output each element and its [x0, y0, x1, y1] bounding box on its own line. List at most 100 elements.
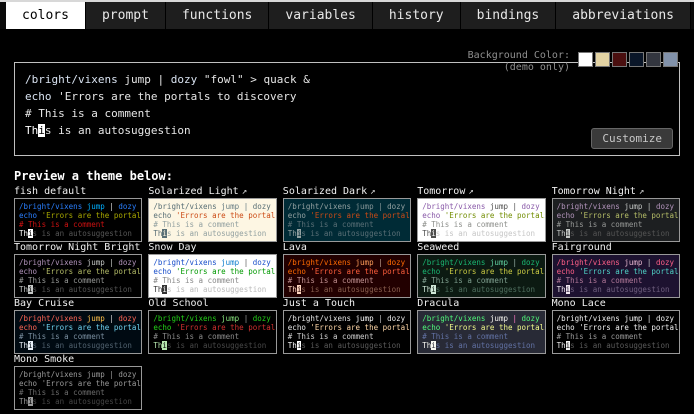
syntax-autosuggestion: s is an autosuggestion [570, 341, 669, 350]
terminal-line: /bright/vixens jump | dozy " [19, 258, 137, 267]
theme-card-lava[interactable]: Lava/bright/vixens jump | dozy "echo 'Er… [283, 242, 411, 298]
syntax-comment: # This is a comment [557, 220, 643, 229]
syntax-command: /bright/vixens [288, 258, 351, 267]
syntax-pipe: | [508, 258, 522, 267]
syntax-command: dozy [118, 258, 136, 267]
background-color-swatch[interactable] [578, 52, 593, 67]
background-color-swatch[interactable] [646, 52, 661, 67]
tab-history[interactable]: history [373, 2, 461, 29]
theme-card-solarized-light[interactable]: Solarized Light↗ /bright/vixens jump | do… [148, 186, 276, 242]
terminal-line: This is an autosuggestion [422, 285, 540, 294]
syntax-quote: " [540, 202, 546, 211]
syntax-command: /bright/vixens [19, 314, 82, 323]
syntax-command: echo [153, 211, 171, 220]
tab-bindings[interactable]: bindings [461, 2, 557, 29]
external-link-icon[interactable]: ↗ [468, 187, 473, 197]
syntax-command: /bright/vixens [19, 202, 82, 211]
terminal-line: /bright/vixens jump | dozy " [288, 314, 406, 323]
theme-name: Solarized Dark [283, 186, 367, 197]
terminal-line: echo 'Errors are the portals [19, 379, 137, 388]
syntax-quote: " [540, 258, 546, 267]
syntax-quote: 'Errors are the portals [37, 379, 142, 388]
syntax-quote: 'Errors are the portals [306, 323, 411, 332]
theme-name: Fairground [552, 242, 612, 253]
syntax-autosuggestion: s is an autosuggestion [33, 341, 132, 350]
syntax-command: dozy [387, 258, 405, 267]
syntax-quote: 'Errors are the portals [440, 267, 545, 276]
terminal-line: This is an autosuggestion [557, 229, 675, 238]
theme-card-bay-cruise[interactable]: Bay Cruise/bright/vixens jump | dozy "ec… [14, 298, 142, 354]
terminal-line: # This is a comment [557, 332, 675, 341]
syntax-comment: # This is a comment [25, 107, 151, 120]
syntax-param: jump [351, 202, 374, 211]
theme-card-mono-smoke[interactable]: Mono Smoke/bright/vixens jump | dozy "ec… [14, 354, 142, 410]
theme-name: fish default [14, 186, 86, 197]
terminal-line: This is an autosuggestion [153, 341, 271, 350]
tab-variables[interactable]: variables [269, 2, 372, 29]
terminal-line: echo 'Errors are the portals [288, 323, 406, 332]
syntax-autosuggestion: s is an autosuggestion [33, 285, 132, 294]
syntax-comment: # This is a comment [288, 276, 374, 285]
theme-card-old-school[interactable]: Old School/bright/vixens jump | dozy "ec… [148, 298, 276, 354]
theme-title: Solarized Light↗ [148, 186, 276, 198]
theme-card-mono-lace[interactable]: Mono Lace/bright/vixens jump | dozy "ech… [552, 298, 680, 354]
terminal-line: /bright/vixens jump | dozy " [19, 370, 137, 379]
terminal-line: echo 'Errors are the portals [422, 211, 540, 220]
syntax-param: jump [485, 202, 508, 211]
syntax-pipe: > [244, 73, 264, 86]
syntax-autosuggestion: s is an autosuggestion [167, 341, 266, 350]
theme-card-seaweed[interactable]: Seaweed/bright/vixens jump | dozy "echo … [417, 242, 545, 298]
syntax-comment: # This is a comment [288, 332, 374, 341]
terminal-line: echo 'Errors are the portals [557, 267, 675, 276]
theme-title: Fairground [552, 242, 680, 254]
background-color-swatch[interactable] [612, 52, 627, 67]
theme-card-just-a-touch[interactable]: Just a Touch/bright/vixens jump | dozy "… [283, 298, 411, 354]
background-color-label: Background Color: [468, 50, 570, 62]
syntax-fg: Th [557, 229, 566, 238]
external-link-icon[interactable]: ↗ [639, 187, 644, 197]
syntax-quote: 'Errors are the portals [171, 267, 276, 276]
terminal-line: /bright/vixens jump | dozy " [422, 258, 540, 267]
syntax-param: jump [217, 202, 240, 211]
terminal-line: This is an autosuggestion [19, 397, 137, 406]
syntax-pipe: | [105, 314, 119, 323]
external-link-icon[interactable]: ↗ [370, 187, 375, 197]
syntax-fg: Th [19, 341, 28, 350]
syntax-param: jump [620, 314, 643, 323]
syntax-quote: 'Errors are the portals [306, 267, 411, 276]
syntax-autosuggestion: s is an autosuggestion [301, 341, 400, 350]
customize-button[interactable]: Customize [591, 128, 673, 149]
syntax-comment: # This is a comment [153, 332, 239, 341]
terminal-line: # This is a comment [19, 276, 137, 285]
theme-card-snow-day[interactable]: Snow Day/bright/vixens jump | dozy "echo… [148, 242, 276, 298]
theme-card-tomorrow-night-bright[interactable]: Tomorrow Night Bright↗/bright/vixens jum… [14, 242, 142, 298]
terminal-line: echo 'Errors are the portals [557, 323, 675, 332]
syntax-command: /bright/vixens [19, 258, 82, 267]
tab-prompt[interactable]: prompt [86, 2, 166, 29]
background-color-swatch[interactable] [595, 52, 610, 67]
theme-card-tomorrow[interactable]: Tomorrow↗/bright/vixens jump | dozy "ech… [417, 186, 545, 242]
theme-card-solarized-dark[interactable]: Solarized Dark↗/bright/vixens jump | doz… [283, 186, 411, 242]
theme-card-tomorrow-night[interactable]: Tomorrow Night↗/bright/vixens jump | doz… [552, 186, 680, 242]
tab-colors[interactable]: colors [6, 2, 86, 29]
terminal-line: This is an autosuggestion [153, 285, 271, 294]
external-link-icon[interactable]: ↗ [242, 187, 247, 197]
tab-abbreviations[interactable]: abbreviations [556, 2, 691, 29]
theme-card-dracula[interactable]: Dracula/bright/vixens jump | dozy "echo … [417, 298, 545, 354]
theme-card-fairground[interactable]: Fairground/bright/vixens jump | dozy "ec… [552, 242, 680, 298]
background-color-swatch[interactable] [663, 52, 678, 67]
syntax-quote: " [136, 258, 142, 267]
syntax-autosuggestion: s is an autosuggestion [570, 229, 669, 238]
syntax-quote: " [674, 202, 680, 211]
terminal-line: echo 'Errors are the portals [557, 211, 675, 220]
syntax-command: dozy [522, 202, 540, 211]
terminal-line: This is an autosuggestion [422, 341, 540, 350]
theme-card-fish-default[interactable]: fish default/bright/vixens jump | dozy "… [14, 186, 142, 242]
theme-title: Mono Lace [552, 298, 680, 310]
background-color-swatch[interactable] [629, 52, 644, 67]
terminal-preview-text: /bright/vixens jump | dozy "fowl" > quac… [25, 71, 669, 139]
syntax-pipe: | [151, 73, 171, 86]
terminal-line: /bright/vixens jump | dozy " [153, 202, 271, 211]
tab-functions[interactable]: functions [166, 2, 269, 29]
syntax-command: /bright/vixens [557, 258, 620, 267]
